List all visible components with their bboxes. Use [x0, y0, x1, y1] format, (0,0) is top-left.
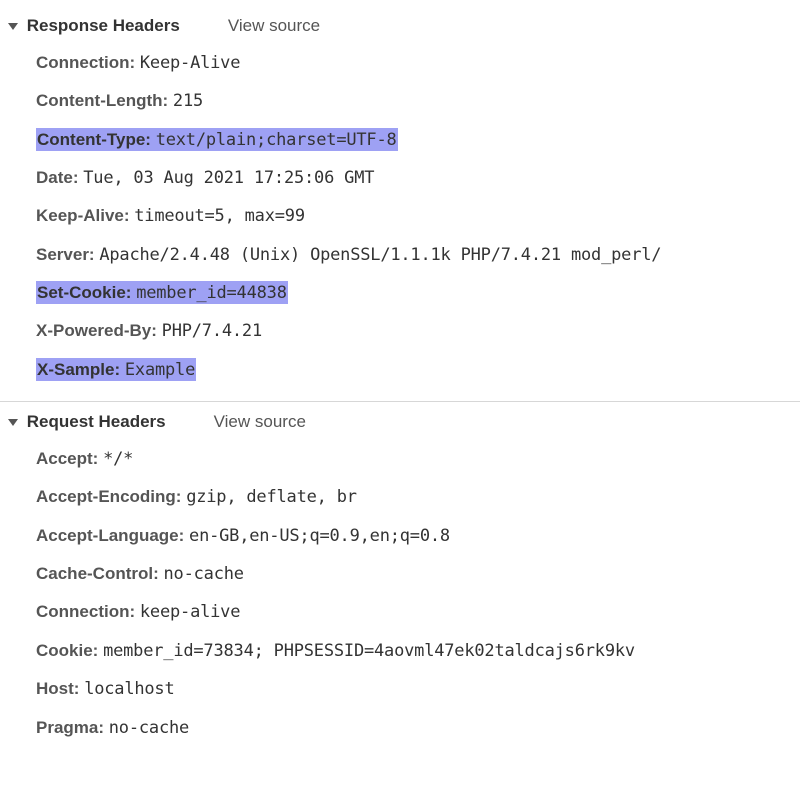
header-row: Connection: keep-alive — [36, 593, 800, 631]
view-source-link[interactable]: View source — [228, 16, 320, 36]
request-headers-list: Accept: */*Accept-Encoding: gzip, deflat… — [0, 434, 800, 753]
header-name: Host: — [36, 679, 79, 698]
header-value: member_id=44838 — [136, 283, 287, 303]
header-name: Accept-Encoding: — [36, 487, 181, 506]
header-name: Accept: — [36, 449, 98, 468]
header-row: Content-Type: text/plain;charset=UTF-8 — [36, 121, 800, 159]
header-row: X-Powered-By: PHP/7.4.21 — [36, 312, 800, 350]
header-name: Connection: — [36, 53, 135, 72]
header-name: X-Sample: — [37, 360, 120, 379]
header-value: member_id=73834; PHPSESSID=4aovml47ek02t… — [103, 641, 635, 661]
highlighted-header: Set-Cookie: member_id=44838 — [36, 281, 288, 304]
view-source-link[interactable]: View source — [214, 412, 306, 432]
header-name: Cookie: — [36, 641, 98, 660]
header-row: X-Sample: Example — [36, 351, 800, 389]
response-headers-title: Response Headers — [27, 16, 180, 35]
header-name: Keep-Alive: — [36, 206, 130, 225]
highlighted-header: X-Sample: Example — [36, 358, 196, 381]
header-value: gzip, deflate, br — [186, 487, 357, 507]
caret-down-icon — [8, 419, 18, 426]
header-value: localhost — [84, 679, 174, 699]
header-value: 215 — [173, 91, 203, 111]
header-row: Keep-Alive: timeout=5, max=99 — [36, 197, 800, 235]
header-value: Keep-Alive — [140, 53, 240, 73]
header-row: Server: Apache/2.4.48 (Unix) OpenSSL/1.1… — [36, 236, 800, 274]
header-row: Pragma: no-cache — [36, 709, 800, 747]
header-value: no-cache — [164, 564, 244, 584]
request-headers-title: Request Headers — [27, 412, 166, 431]
header-name: Content-Type: — [37, 130, 151, 149]
header-value: Example — [125, 360, 195, 380]
header-value: Tue, 03 Aug 2021 17:25:06 GMT — [83, 168, 374, 188]
response-headers-list: Connection: Keep-AliveContent-Length: 21… — [0, 38, 800, 395]
header-name: Content-Length: — [36, 91, 168, 110]
header-row: Date: Tue, 03 Aug 2021 17:25:06 GMT — [36, 159, 800, 197]
header-row: Host: localhost — [36, 670, 800, 708]
request-headers-section-header[interactable]: Request Headers View source — [0, 402, 800, 434]
caret-down-icon — [8, 23, 18, 30]
header-value: Apache/2.4.48 (Unix) OpenSSL/1.1.1k PHP/… — [99, 245, 661, 265]
header-name: X-Powered-By: — [36, 321, 157, 340]
header-name: Date: — [36, 168, 79, 187]
header-row: Accept-Language: en-GB,en-US;q=0.9,en;q=… — [36, 517, 800, 555]
header-value: timeout=5, max=99 — [134, 206, 305, 226]
header-value: PHP/7.4.21 — [162, 321, 262, 341]
header-name: Set-Cookie: — [37, 283, 131, 302]
header-row: Content-Length: 215 — [36, 82, 800, 120]
header-row: Accept: */* — [36, 440, 800, 478]
header-row: Set-Cookie: member_id=44838 — [36, 274, 800, 312]
header-row: Cookie: member_id=73834; PHPSESSID=4aovm… — [36, 632, 800, 670]
header-name: Pragma: — [36, 718, 104, 737]
header-row: Cache-Control: no-cache — [36, 555, 800, 593]
header-value: no-cache — [109, 718, 189, 738]
highlighted-header: Content-Type: text/plain;charset=UTF-8 — [36, 128, 398, 151]
header-name: Cache-Control: — [36, 564, 159, 583]
header-name: Connection: — [36, 602, 135, 621]
header-row: Accept-Encoding: gzip, deflate, br — [36, 478, 800, 516]
header-value: */* — [103, 449, 133, 469]
header-value: en-GB,en-US;q=0.9,en;q=0.8 — [189, 526, 450, 546]
header-row: Connection: Keep-Alive — [36, 44, 800, 82]
header-value: text/plain;charset=UTF-8 — [156, 130, 397, 150]
header-value: keep-alive — [140, 602, 240, 622]
header-name: Accept-Language: — [36, 526, 184, 545]
response-headers-section-header[interactable]: Response Headers View source — [0, 14, 800, 38]
header-name: Server: — [36, 245, 95, 264]
